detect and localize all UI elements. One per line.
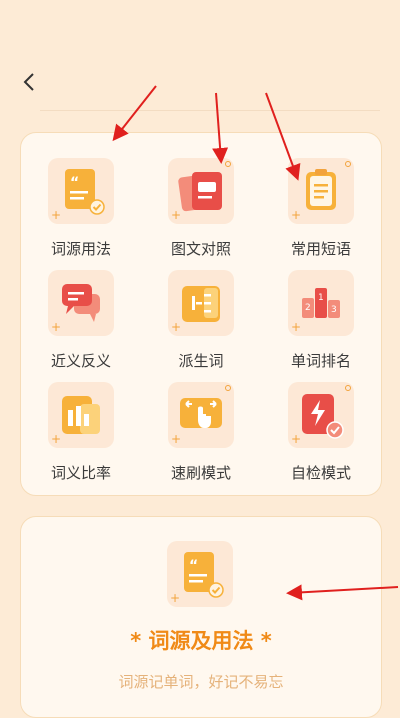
detail-subtitle: 词源记单词，好记不易忘 [118,673,284,691]
plus-icon: + [291,320,302,334]
tile: + [288,158,354,224]
grid-item-label: 速刷模式 [170,464,231,482]
grid-item-ranking[interactable]: 2 1 3 + 单词排名 [266,250,376,370]
tile: + [168,270,234,336]
header-divider [40,110,380,111]
svg-text:“: “ [70,175,79,191]
tile: + [168,382,234,448]
grid-item-phrases[interactable]: + 常用短语 [266,138,376,258]
grid-item-image-text[interactable]: + 图文对照 [146,138,256,258]
grid-item-quick-mode[interactable]: + 速刷模式 [146,362,256,482]
tile: + [288,382,354,448]
grid-item-label: 词义比率 [50,464,111,482]
detail-title: * 词源及用法 * [130,629,272,653]
grid-item-synonyms[interactable]: + 近义反义 [26,250,136,370]
tile: “ + [48,158,114,224]
tile: + [48,270,114,336]
podium-number: 3 [331,305,337,315]
grid-item-label: 自检模式 [290,464,351,482]
tile: 2 1 3 + [288,270,354,336]
grid-item-etymology[interactable]: “ + 词源用法 [26,138,136,258]
plus-icon: + [291,432,302,446]
tile: + [48,382,114,448]
grid-item-meaning-ratio[interactable]: + 词义比率 [26,362,136,482]
detail-tile: “ + [167,541,233,607]
grid-item-derivatives[interactable]: + 派生词 [146,250,256,370]
dot-icon [225,385,231,391]
plus-icon: + [51,208,62,222]
tile: + [168,158,234,224]
podium-number: 2 [305,303,311,313]
feature-grid: “ + 词源用法 + 图文对照 + 常用短语 + 近义反义 + 派生词 2 1 … [20,132,382,496]
svg-text:“: “ [189,558,198,574]
chevron-left-icon[interactable] [18,70,42,94]
plus-icon: + [170,591,181,605]
dot-icon [345,385,351,391]
plus-icon: + [171,432,182,446]
plus-icon: + [291,208,302,222]
podium-number: 1 [318,293,324,303]
plus-icon: + [51,320,62,334]
arrow-1 [112,85,157,142]
detail-card: “ + * 词源及用法 * 词源记单词，好记不易忘 [20,516,382,718]
dot-icon [225,161,231,167]
plus-icon: + [171,208,182,222]
plus-icon: + [171,320,182,334]
plus-icon: + [51,432,62,446]
grid-item-self-check[interactable]: + 自检模式 [266,362,376,482]
dot-icon [345,161,351,167]
